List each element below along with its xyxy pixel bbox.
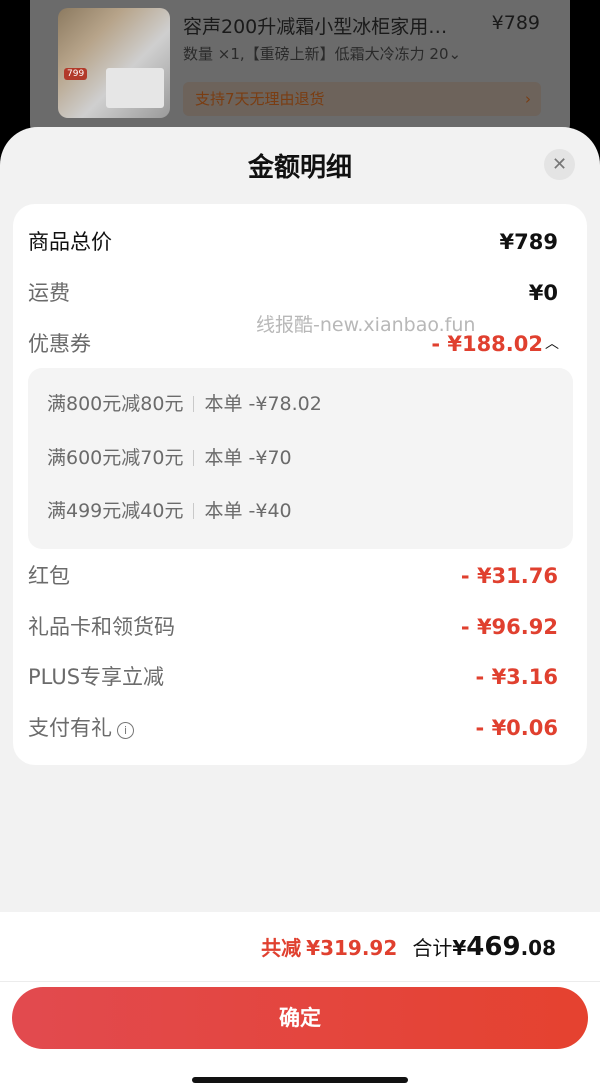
confirm-button[interactable]: 确定	[12, 987, 588, 1049]
divider	[193, 450, 195, 466]
product-card: 799 容声200升减霜小型冰柜家用… ¥789 数量 ×1,【重磅上新】低霜大…	[30, 0, 570, 140]
row-total-price: 商品总价 ¥789	[28, 222, 558, 262]
thumb-price-badge: 799	[64, 68, 88, 80]
total-amount-integer: 469	[466, 932, 521, 962]
product-spec: 数量 ×1,【重磅上新】低霜大冷冻力 20⌄	[183, 43, 463, 64]
return-policy-text: 支持7天无理由退货	[195, 90, 325, 108]
saved-label: 共减	[261, 936, 302, 960]
total-price-value: ¥789	[499, 230, 558, 254]
divider	[193, 396, 195, 412]
freezer-image	[106, 68, 164, 108]
close-icon: ✕	[551, 154, 568, 175]
footer-divider	[0, 981, 600, 982]
total-currency: ¥	[452, 936, 467, 960]
chevron-up-icon[interactable]: ︿	[545, 324, 559, 364]
payment-gift-text: 支付有礼	[28, 716, 112, 740]
payment-gift-label: 支付有礼 i	[28, 708, 134, 748]
footer-bar: 共减 ¥319.92 合计¥469.08 确定	[0, 912, 600, 1083]
plus-discount-label: PLUS专享立减	[28, 665, 165, 689]
coupon-item: 满499元减40元 本单 -¥40	[47, 491, 292, 531]
product-title: 容声200升减霜小型冰柜家用…	[183, 16, 448, 38]
shipping-label: 运费	[28, 281, 70, 305]
red-packet-label: 红包	[28, 564, 70, 588]
total-price-label: 商品总价	[28, 230, 112, 254]
row-plus-discount: PLUS专享立减 - ¥3.16	[28, 657, 558, 697]
return-policy-bar: 支持7天无理由退货 ›	[183, 82, 541, 116]
coupon-amount: -¥78.02	[248, 393, 322, 415]
coupon-scope: 本单	[204, 447, 243, 469]
chevron-right-icon: ›	[525, 90, 531, 108]
total-amount-decimal: .08	[520, 936, 556, 960]
coupon-item: 满800元减80元 本单 -¥78.02	[47, 384, 322, 424]
product-thumbnail: 799	[58, 8, 170, 118]
coupon-name: 满499元减40元	[47, 500, 184, 522]
chevron-down-icon: ⌄	[448, 45, 462, 63]
row-payment-gift: 支付有礼 i - ¥0.06	[28, 708, 558, 748]
coupon-item: 满600元减70元 本单 -¥70	[47, 438, 292, 478]
product-price: ¥789	[491, 12, 540, 34]
gift-card-label: 礼品卡和领货码	[28, 615, 175, 639]
price-summary: 共减 ¥319.92 合计¥469.08	[261, 930, 556, 967]
coupon-scope: 本单	[204, 500, 243, 522]
coupon-breakdown: 满800元减80元 本单 -¥78.02 满600元减70元 本单 -¥70 满49…	[28, 368, 573, 549]
coupon-amount: -¥70	[248, 447, 292, 469]
coupon-label: 优惠券	[28, 332, 91, 356]
coupon-name: 满800元减80元	[47, 393, 184, 415]
info-icon[interactable]: i	[117, 722, 134, 739]
coupon-name: 满600元减70元	[47, 447, 184, 469]
red-packet-value: - ¥31.76	[460, 564, 558, 588]
home-indicator	[192, 1077, 408, 1083]
coupon-scope: 本单	[204, 393, 243, 415]
saved-amount: ¥319.92	[306, 936, 398, 960]
total-label: 合计	[412, 936, 453, 960]
row-red-packet: 红包 - ¥31.76	[28, 556, 558, 596]
coupon-amount: -¥40	[248, 500, 292, 522]
row-gift-card: 礼品卡和领货码 - ¥96.92	[28, 607, 558, 647]
shipping-value: ¥0	[528, 281, 558, 305]
watermark: 线报酷-new.xianbao.fun	[256, 314, 476, 336]
gift-card-value: - ¥96.92	[460, 615, 558, 639]
sheet-title: 金额明细	[247, 153, 352, 183]
divider	[193, 503, 195, 519]
product-spec-text: 数量 ×1,【重磅上新】低霜大冷冻力 20	[183, 45, 449, 63]
plus-discount-value: - ¥3.16	[475, 665, 558, 689]
row-shipping: 运费 ¥0	[28, 273, 558, 313]
close-button[interactable]: ✕	[544, 149, 575, 180]
payment-gift-value: - ¥0.06	[475, 716, 558, 740]
amount-detail-card: 商品总价 ¥789 运费 ¥0 优惠券 - ¥188.02 ︿ 满800元减80…	[13, 204, 587, 765]
